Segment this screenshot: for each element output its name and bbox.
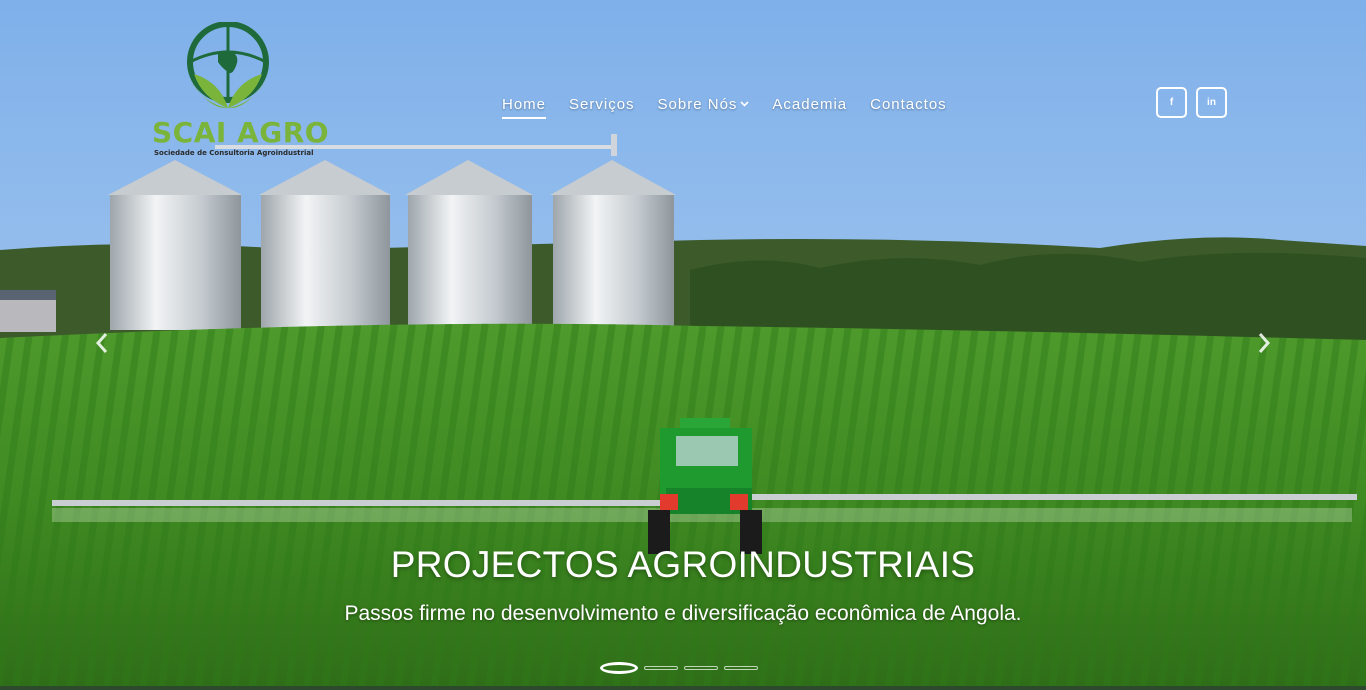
slider-indicators: [600, 662, 758, 674]
chevron-down-icon: [740, 99, 749, 110]
facebook-button[interactable]: f: [1156, 87, 1187, 118]
globe-leaf-icon: [187, 22, 269, 109]
chevron-left-icon: [95, 333, 108, 353]
slide-indicator[interactable]: [644, 666, 678, 670]
nav-sobre-nos-label: Sobre Nós: [657, 96, 738, 113]
nav-contactos[interactable]: Contactos: [870, 96, 947, 119]
slider-prev-button[interactable]: [92, 330, 114, 356]
chevron-right-icon: [1258, 333, 1271, 353]
brand-tagline: Sociedade de Consultoria Agroindustrial: [154, 149, 314, 157]
nav-contactos-label: Contactos: [870, 96, 947, 113]
nav-home-label: Home: [502, 96, 547, 113]
brand-logo[interactable]: SCAI AGRO Sociedade de Consultoria Agroi…: [150, 22, 329, 162]
slider-next-button[interactable]: [1254, 330, 1276, 356]
nav-sobre-nos[interactable]: Sobre Nós: [658, 96, 750, 119]
nav-academia[interactable]: Academia: [772, 96, 847, 119]
slide-indicator[interactable]: [684, 666, 718, 670]
slide-indicator[interactable]: [600, 662, 638, 674]
slide-indicator[interactable]: [724, 666, 758, 670]
facebook-icon: f: [1169, 97, 1174, 108]
main-navigation: Home Serviços Sobre Nós Academia Contact…: [502, 96, 970, 119]
brand-name: SCAI AGRO: [152, 116, 330, 149]
nav-home[interactable]: Home: [502, 96, 547, 119]
nav-servicos[interactable]: Serviços: [569, 96, 635, 119]
linkedin-icon: in: [1207, 97, 1216, 108]
linkedin-button[interactable]: in: [1196, 87, 1227, 118]
nav-academia-label: Academia: [772, 96, 848, 113]
nav-servicos-label: Serviços: [569, 96, 635, 113]
bottom-strip: [0, 686, 1366, 690]
social-links: f in: [1156, 87, 1227, 118]
slide-title: PROJECTOS AGROINDUSTRIAIS: [390, 544, 976, 585]
hero-slider: SCAI AGRO Sociedade de Consultoria Agroi…: [0, 0, 1366, 686]
slide-subtitle: Passos firme no desenvolvimento e divers…: [344, 602, 1022, 625]
